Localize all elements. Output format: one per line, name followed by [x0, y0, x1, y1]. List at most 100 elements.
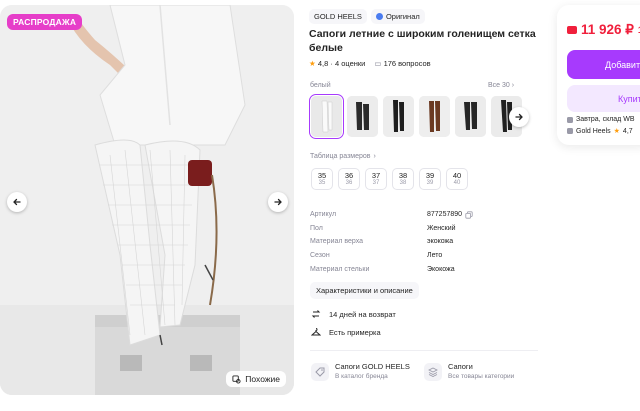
size-eu: 38	[399, 180, 407, 186]
size-option[interactable]: 37 37	[365, 168, 387, 190]
stack-icon	[424, 362, 442, 381]
copy-icon[interactable]	[465, 211, 473, 219]
divider	[310, 350, 538, 351]
gallery-prev-button[interactable]	[7, 192, 27, 212]
link-subtitle: В каталог бренда	[335, 373, 388, 380]
tag-icon	[311, 362, 329, 381]
spec-key: Сезон	[310, 252, 330, 260]
size-option[interactable]: 35 35	[311, 168, 333, 190]
delivery-info: Завтра, склад WB	[567, 116, 635, 123]
spec-row: Материал верха экокожа	[310, 235, 540, 249]
spec-key: Материал стельки	[310, 265, 370, 273]
price-value: 11 926 ₽	[581, 22, 634, 37]
size-eu: 40	[453, 180, 461, 186]
link-subtitle: Все товары категории	[448, 373, 515, 380]
sale-badge: РАСПРОДАЖА	[7, 14, 83, 30]
size-ru: 35	[317, 171, 327, 180]
seller-rating: 4,7	[622, 127, 633, 135]
star-icon: ★	[613, 128, 620, 135]
questions-count: 176 вопросов	[383, 59, 431, 68]
all-colors-link[interactable]: Все 30 ›	[488, 82, 514, 89]
ratings-count: · 4 оценки	[330, 59, 366, 68]
size-table-link[interactable]: Таблица размеров ›	[310, 153, 376, 160]
similar-icon	[232, 374, 241, 384]
size-option[interactable]: 40 40	[446, 168, 468, 190]
similar-label: Похожие	[245, 374, 280, 384]
color-thumb[interactable]	[347, 96, 378, 137]
size-ru: 38	[398, 171, 408, 180]
arrow-left-icon	[13, 198, 21, 206]
delivery-text: Завтра, склад WB	[576, 116, 635, 123]
color-thumb[interactable]	[455, 96, 486, 137]
price-card: 11 926 ₽ 1 Добавить Купить Завтра, склад…	[557, 5, 640, 145]
size-table-label: Таблица размеров	[310, 153, 371, 160]
color-thumb[interactable]	[309, 94, 344, 139]
seller-info[interactable]: Gold Heels ★ 4,7	[567, 127, 633, 135]
rating-row[interactable]: ★ 4,8 · 4 оценки ▭ 176 вопросов	[309, 59, 431, 68]
arrow-right-icon	[515, 113, 523, 121]
perk-label: 14 дней на возврат	[329, 309, 396, 319]
spec-row: Артикул 877257890	[310, 208, 540, 222]
spec-key: Материал верха	[310, 238, 364, 246]
spec-value: Экокожа	[427, 265, 455, 273]
perk-label: Есть примерка	[329, 327, 381, 337]
hanger-icon	[311, 328, 321, 336]
questions-icon: ▭	[374, 59, 382, 68]
gallery-next-button[interactable]	[268, 192, 288, 212]
buy-now-button[interactable]: Купить	[567, 85, 640, 112]
original-check-icon	[375, 13, 383, 20]
size-option[interactable]: 38 38	[392, 168, 414, 190]
rating[interactable]: ★ 4,8 · 4 оценки	[309, 59, 365, 68]
rating-value: 4,8	[317, 59, 329, 68]
price: 11 926 ₽ 1	[567, 22, 640, 38]
spec-value: 877257890	[427, 211, 473, 219]
description-button[interactable]: Характеристики и описание	[310, 282, 419, 299]
star-icon: ★	[309, 59, 316, 68]
size-eu: 39	[426, 180, 434, 186]
spec-row: Сезон Лето	[310, 249, 540, 263]
perk-fitting: Есть примерка	[311, 327, 381, 337]
perk-return: 14 дней на возврат	[311, 309, 396, 319]
size-eu: 35	[318, 180, 326, 186]
link-title: Сапоги	[448, 362, 473, 371]
similar-button[interactable]: Похожие	[226, 371, 286, 387]
size-ru: 36	[344, 171, 354, 180]
size-ru: 37	[371, 171, 381, 180]
spec-key: Артикул	[310, 211, 337, 219]
product-title: Сапоги летние с широким голенищем сетка …	[309, 28, 536, 54]
size-option[interactable]: 36 36	[338, 168, 360, 190]
chevron-right-icon: ›	[373, 153, 376, 160]
box-icon	[567, 116, 573, 123]
seller-name: Gold Heels	[576, 127, 611, 135]
spec-table: Артикул 877257890 Пол Женский Материал в…	[310, 208, 540, 276]
size-eu: 37	[372, 180, 380, 186]
size-option[interactable]: 39 39	[419, 168, 441, 190]
spec-key: Пол	[310, 224, 323, 232]
spec-value: Женский	[427, 224, 456, 232]
product-photo	[0, 5, 294, 395]
product-gallery[interactable]: РАСПРОДАЖА Похожие	[0, 5, 294, 395]
brand-chip[interactable]: GOLD HEELS	[309, 9, 367, 24]
add-to-cart-button[interactable]: Добавить	[567, 50, 640, 79]
return-icon	[311, 310, 321, 318]
size-ru: 39	[425, 171, 435, 180]
shop-icon	[567, 128, 573, 134]
spec-value: Лето	[427, 252, 443, 260]
arrow-right-icon	[274, 198, 282, 206]
color-thumb[interactable]	[383, 96, 414, 137]
spec-value: экокожа	[427, 238, 454, 246]
thumbs-next-button[interactable]	[509, 107, 529, 127]
spec-row: Пол Женский	[310, 222, 540, 236]
questions-link[interactable]: ▭ 176 вопросов	[374, 59, 430, 68]
brand-catalog-link[interactable]: Сапоги GOLD HEELS В каталог бренда	[311, 362, 410, 381]
category-link[interactable]: Сапоги Все товары категории	[424, 362, 514, 381]
original-chip: Оригинал	[370, 9, 425, 24]
article-number: 877257890	[427, 211, 463, 219]
color-thumb[interactable]	[419, 96, 450, 137]
color-thumbnails	[309, 94, 522, 139]
size-ru: 40	[452, 171, 462, 180]
original-label: Оригинал	[385, 12, 420, 21]
wallet-icon	[567, 26, 577, 34]
color-label: белый	[310, 82, 331, 89]
all-colors-label: Все 30	[488, 82, 510, 89]
